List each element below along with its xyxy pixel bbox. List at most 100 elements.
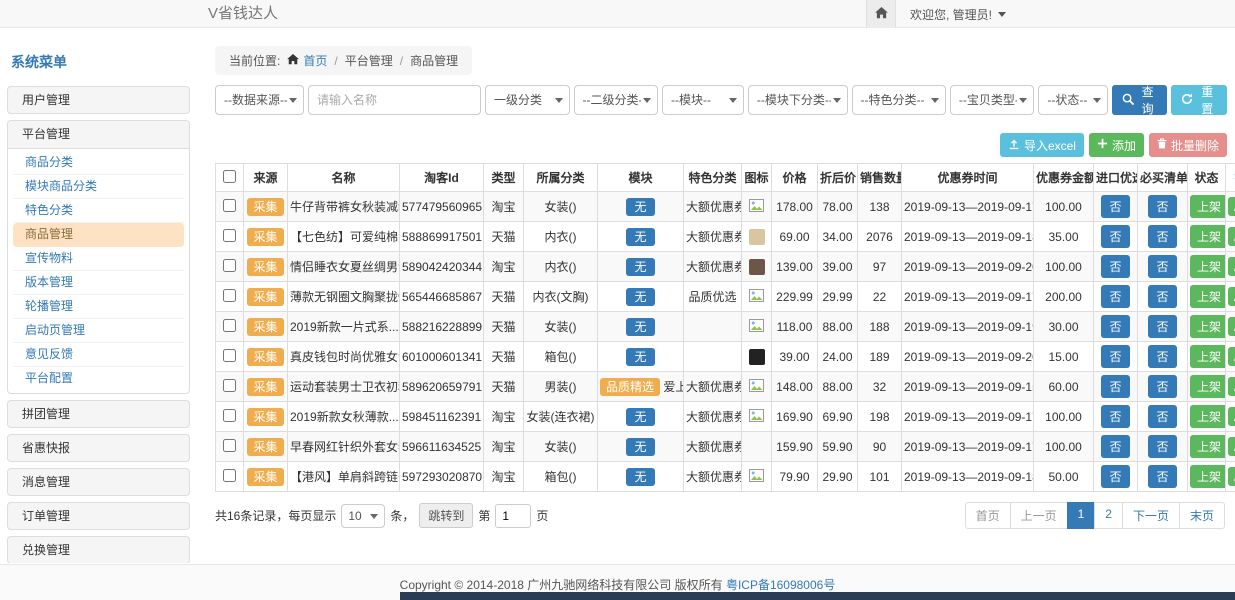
status-toggle[interactable]: 上架	[1190, 465, 1226, 488]
pager-next[interactable]: 下一页	[1122, 502, 1180, 529]
edit-button[interactable]	[1228, 227, 1235, 246]
import-select-toggle[interactable]: 否	[1101, 225, 1129, 248]
icp-link[interactable]: 粤ICP备16098006号	[726, 578, 835, 592]
import-select-cell: 否	[1094, 312, 1138, 342]
reset-button[interactable]: 重置	[1171, 85, 1227, 115]
sidebar-group[interactable]: 用户管理	[7, 86, 190, 114]
search-button[interactable]: 查询	[1112, 85, 1168, 115]
import-select-toggle[interactable]: 否	[1101, 345, 1129, 368]
row-checkbox[interactable]	[223, 319, 236, 332]
name-filter-input[interactable]	[308, 85, 481, 115]
must-buy-toggle[interactable]: 否	[1148, 465, 1176, 488]
row-checkbox[interactable]	[223, 439, 236, 452]
sidebar-item[interactable]: 模块商品分类	[13, 175, 184, 199]
status-toggle[interactable]: 上架	[1190, 345, 1226, 368]
edit-button[interactable]	[1228, 377, 1235, 396]
status-toggle[interactable]: 上架	[1190, 405, 1226, 428]
add-button[interactable]: 添加	[1089, 133, 1144, 157]
sidebar-group[interactable]: 兑换管理	[7, 536, 190, 563]
sidebar-item[interactable]: 启动页管理	[13, 319, 184, 343]
sidebar-item[interactable]: 特色分类	[13, 199, 184, 223]
filter-select[interactable]: --二级分类--	[574, 85, 659, 115]
must-buy-toggle[interactable]: 否	[1148, 195, 1176, 218]
filter-select[interactable]: --模块下分类--	[748, 85, 848, 115]
pager-prev[interactable]: 上一页	[1010, 502, 1068, 529]
pager-first[interactable]: 首页	[965, 502, 1011, 529]
status-toggle[interactable]: 上架	[1190, 315, 1226, 338]
sidebar-group[interactable]: 消息管理	[7, 468, 190, 496]
row-checkbox[interactable]	[223, 409, 236, 422]
import-select-toggle[interactable]: 否	[1101, 195, 1129, 218]
must-buy-toggle[interactable]: 否	[1148, 375, 1176, 398]
sidebar-group[interactable]: 拼团管理	[7, 400, 190, 428]
sidebar-item[interactable]: 轮播管理	[13, 295, 184, 319]
filter-select-wrap: --二级分类--	[574, 85, 659, 115]
status-toggle[interactable]: 上架	[1190, 285, 1226, 308]
sidebar-group[interactable]: 订单管理	[7, 502, 190, 530]
operations-cell	[1226, 342, 1235, 372]
page-body: 系统菜单 用户管理平台管理商品分类模块商品分类特色分类商品管理宣传物料版本管理轮…	[0, 28, 1235, 563]
must-buy-toggle[interactable]: 否	[1148, 315, 1176, 338]
must-buy-toggle[interactable]: 否	[1148, 255, 1176, 278]
import-select-toggle[interactable]: 否	[1101, 435, 1129, 458]
jump-button[interactable]: 跳转到	[419, 503, 473, 528]
pager-last[interactable]: 末页	[1179, 502, 1225, 529]
row-checkbox[interactable]	[223, 469, 236, 482]
filter-select[interactable]: --宝贝类型--	[950, 85, 1035, 115]
status-toggle[interactable]: 上架	[1190, 375, 1226, 398]
filter-select[interactable]: --状态--	[1038, 85, 1107, 115]
must-buy-toggle[interactable]: 否	[1148, 345, 1176, 368]
home-button[interactable]	[866, 0, 896, 28]
row-checkbox[interactable]	[223, 229, 236, 242]
sidebar-item[interactable]: 商品管理	[13, 223, 184, 247]
pager-page[interactable]: 2	[1094, 502, 1123, 529]
sidebar-item[interactable]: 商品分类	[13, 151, 184, 175]
import-excel-button[interactable]: 导入excel	[1000, 133, 1084, 157]
pager-page[interactable]: 1	[1067, 502, 1096, 529]
filter-select[interactable]: --模块--	[662, 85, 744, 115]
import-select-toggle[interactable]: 否	[1101, 375, 1129, 398]
sidebar-item[interactable]: 平台配置	[13, 367, 184, 391]
row-checkbox[interactable]	[223, 199, 236, 212]
status-toggle[interactable]: 上架	[1190, 435, 1226, 458]
sidebar-item[interactable]: 版本管理	[13, 271, 184, 295]
sidebar-group[interactable]: 省惠快报	[7, 434, 190, 462]
import-select-toggle[interactable]: 否	[1101, 465, 1129, 488]
row-checkbox[interactable]	[223, 379, 236, 392]
import-select-toggle[interactable]: 否	[1101, 255, 1129, 278]
must-buy-toggle[interactable]: 否	[1148, 435, 1176, 458]
select-all-checkbox[interactable]	[223, 170, 236, 183]
edit-button[interactable]	[1228, 407, 1235, 426]
batch-delete-button[interactable]: 批量删除	[1149, 133, 1227, 157]
edit-button[interactable]	[1228, 437, 1235, 456]
user-menu[interactable]: 欢迎您, 管理员!	[896, 0, 1006, 28]
status-toggle[interactable]: 上架	[1190, 195, 1226, 218]
sidebar-item[interactable]: 宣传物料	[13, 247, 184, 271]
per-page-select[interactable]: 10	[341, 504, 385, 528]
edit-button[interactable]	[1228, 317, 1235, 336]
row-checkbox[interactable]	[223, 289, 236, 302]
page-number-input[interactable]	[495, 504, 531, 528]
edit-button[interactable]	[1228, 197, 1235, 216]
edit-button[interactable]	[1228, 257, 1235, 276]
filter-select[interactable]: --数据来源--	[215, 85, 304, 115]
price-cell: 178.00	[772, 192, 818, 222]
edit-button[interactable]	[1228, 347, 1235, 366]
import-select-toggle[interactable]: 否	[1101, 405, 1129, 428]
row-checkbox[interactable]	[223, 349, 236, 362]
row-checkbox[interactable]	[223, 259, 236, 272]
status-toggle[interactable]: 上架	[1190, 225, 1226, 248]
filter-select[interactable]: --特色分类--	[852, 85, 946, 115]
edit-button[interactable]	[1228, 287, 1235, 306]
sidebar-group[interactable]: 平台管理	[8, 121, 189, 149]
edit-button[interactable]	[1228, 467, 1235, 486]
must-buy-toggle[interactable]: 否	[1148, 225, 1176, 248]
must-buy-toggle[interactable]: 否	[1148, 285, 1176, 308]
sidebar-item[interactable]: 意见反馈	[13, 343, 184, 367]
import-select-toggle[interactable]: 否	[1101, 285, 1129, 308]
must-buy-toggle[interactable]: 否	[1148, 405, 1176, 428]
status-toggle[interactable]: 上架	[1190, 255, 1226, 278]
filter-select[interactable]: 一级分类	[485, 85, 570, 115]
breadcrumb-home-link[interactable]: 首页	[303, 52, 327, 69]
import-select-toggle[interactable]: 否	[1101, 315, 1129, 338]
